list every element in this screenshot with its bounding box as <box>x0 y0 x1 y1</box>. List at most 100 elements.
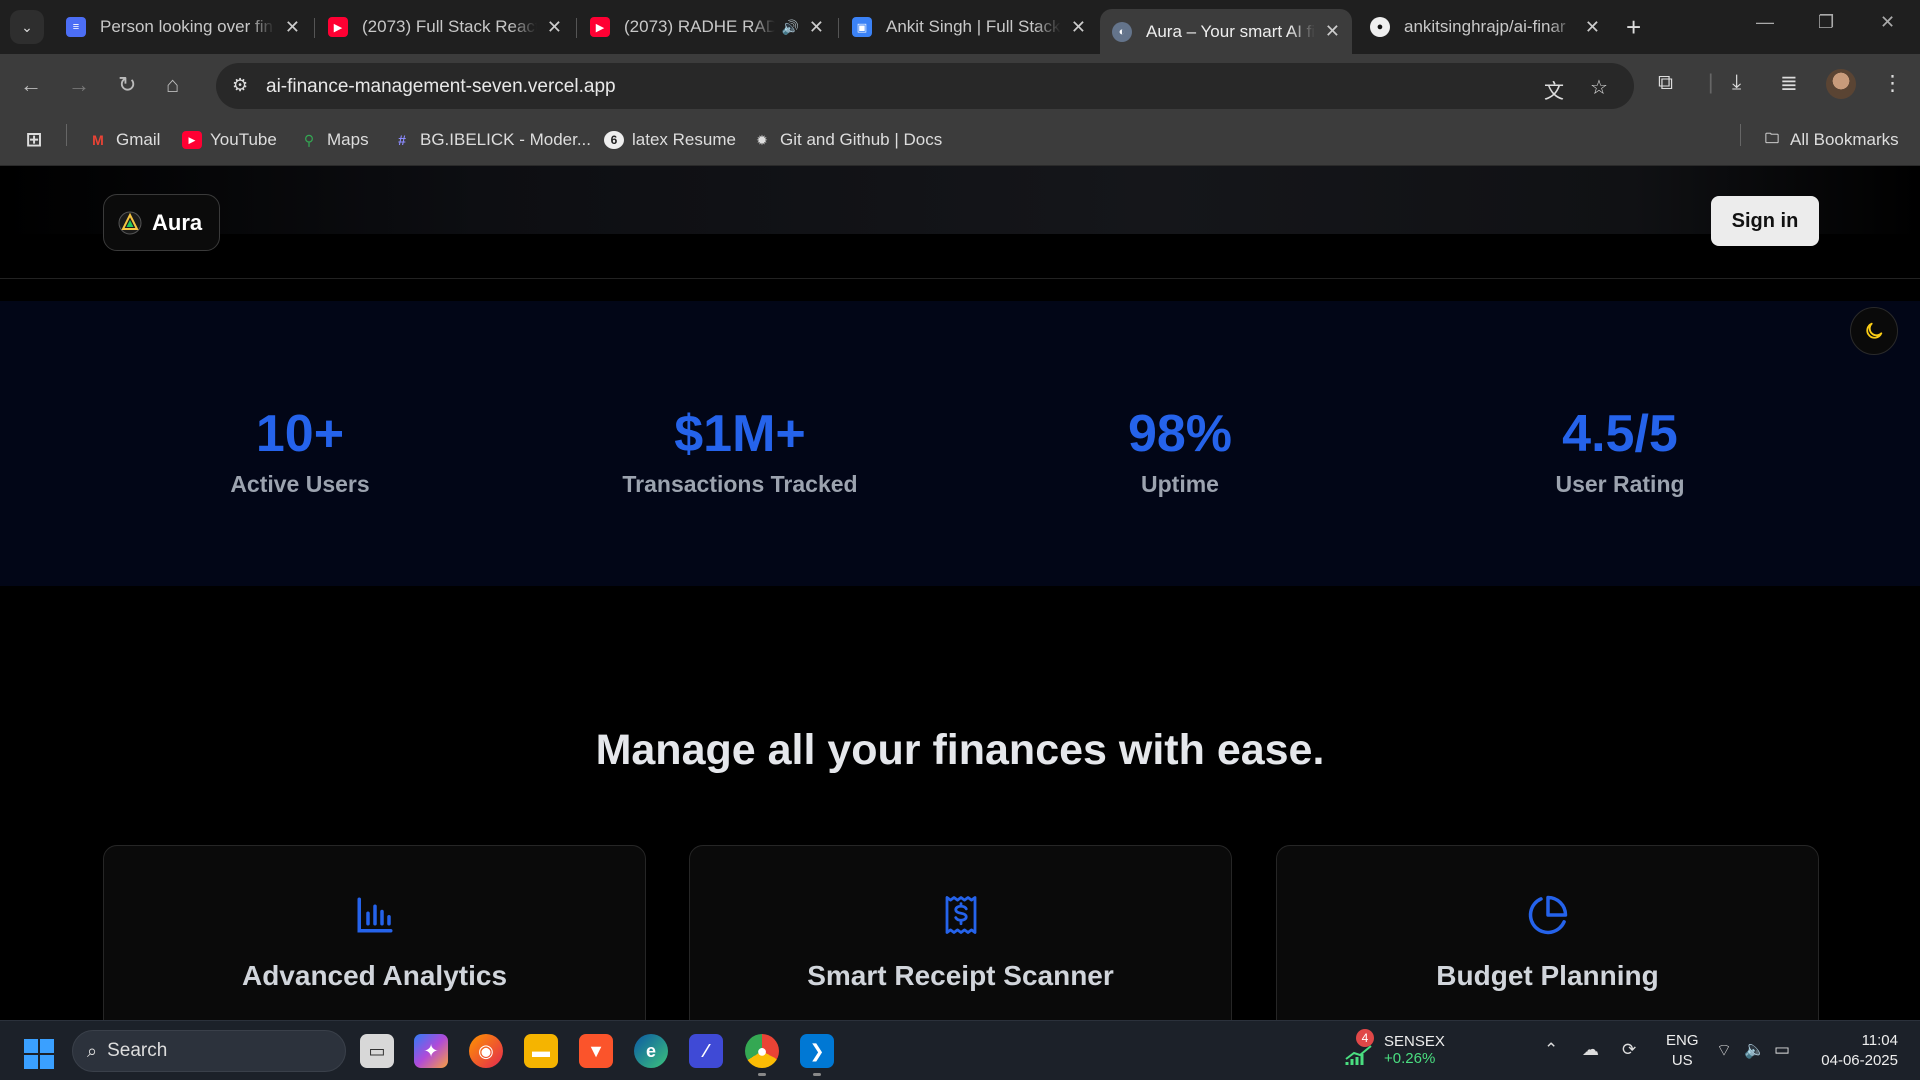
tab-full-stack-react[interactable]: ▶ (2073) Full Stack React ✕ <box>316 9 574 45</box>
brave-icon[interactable]: ▼ <box>579 1034 613 1068</box>
sync-icon[interactable]: ⟳ <box>1622 1040 1636 1060</box>
tab-search-button[interactable]: ⌄ <box>10 10 44 44</box>
sensex-widget[interactable]: 4 SENSEX +0.26% <box>1344 1029 1445 1069</box>
hero-image-strip <box>0 166 1920 234</box>
profile-avatar[interactable] <box>1826 69 1856 99</box>
home-icon[interactable]: ⌂ <box>166 72 179 98</box>
task-view-icon[interactable]: ▭ <box>360 1034 394 1068</box>
chevron-down-icon: ⌄ <box>21 18 33 35</box>
feature-card-analytics[interactable]: Advanced Analytics <box>103 845 646 1020</box>
forward-icon[interactable]: → <box>68 72 90 98</box>
running-indicator <box>758 1073 766 1076</box>
address-bar[interactable]: ⚙ ai-finance-management-seven.vercel.app… <box>216 63 1634 109</box>
bookmark-latex-resume[interactable]: 6 latex Resume <box>604 130 736 150</box>
stat-label: Transactions Tracked <box>622 471 858 498</box>
aura-icon: ◐ <box>1112 21 1132 42</box>
youtube-icon: ▶ <box>182 131 202 149</box>
minimize-icon[interactable]: — <box>1756 12 1774 33</box>
apps-icon[interactable]: ⊞ <box>24 129 52 151</box>
browser-toolbar: ← → ↻ ⌂ ⚙ ai-finance-management-seven.ve… <box>0 54 1920 118</box>
close-icon[interactable]: ✕ <box>1585 17 1600 38</box>
bookmark-youtube[interactable]: ▶ YouTube <box>182 130 277 150</box>
gmail-icon: M <box>92 132 104 148</box>
tab-github[interactable]: ● ankitsinghrajp/ai-finar ✕ <box>1358 9 1612 45</box>
tab-aura[interactable]: ◐ Aura – Your smart AI fi ✕ <box>1100 9 1352 54</box>
feature-card-budget[interactable]: Budget Planning <box>1276 845 1819 1020</box>
taskbar-search[interactable]: ⌕ Search <box>72 1030 346 1072</box>
site-info-icon[interactable]: ⚙ <box>232 75 248 96</box>
feature-card-receipt[interactable]: Smart Receipt Scanner <box>689 845 1232 1020</box>
language-indicator[interactable]: ENG US <box>1666 1031 1699 1071</box>
wifi-icon[interactable]: ⌔ <box>1716 1040 1732 1061</box>
file-explorer-icon[interactable]: ▬ <box>524 1034 558 1068</box>
close-icon[interactable]: ✕ <box>285 17 300 38</box>
bookmark-maps[interactable]: ⚲ Maps <box>299 130 369 150</box>
menu-icon[interactable]: ⋮ <box>1882 71 1903 96</box>
theme-toggle-button[interactable] <box>1850 307 1898 355</box>
download-icon[interactable]: ⤓ <box>1732 71 1741 95</box>
maps-icon: ⚲ <box>303 131 315 148</box>
ticker-name: SENSEX <box>1384 1033 1445 1050</box>
restore-icon[interactable]: ❐ <box>1818 12 1834 33</box>
volume-icon[interactable]: 🔈 <box>1744 1040 1765 1060</box>
edge-icon[interactable]: e <box>634 1034 668 1068</box>
bookmark-bg-ibelick[interactable]: # BG.IBELICK - Moder... <box>392 130 591 150</box>
stat-user-rating: 4.5/5 User Rating <box>1400 405 1840 498</box>
tab-radhe[interactable]: ▶ (2073) RADHE RAD 🔊 ✕ <box>578 9 836 45</box>
url-text[interactable]: ai-finance-management-seven.vercel.app <box>266 76 616 98</box>
app-icon[interactable]: ⁄ <box>689 1034 723 1068</box>
folder-icon: 🗀 <box>1765 130 1779 146</box>
close-icon[interactable]: ✕ <box>1325 21 1340 42</box>
back-icon[interactable]: ← <box>20 72 42 98</box>
copilot-icon[interactable]: ✦ <box>414 1034 448 1068</box>
bar-chart-icon <box>357 897 392 933</box>
receipt-icon <box>945 896 976 934</box>
close-icon[interactable]: ✕ <box>547 17 562 38</box>
translate-icon[interactable]: 文 <box>1544 75 1564 104</box>
sign-in-button[interactable]: Sign in <box>1711 196 1819 246</box>
chrome-icon[interactable]: ● <box>745 1034 779 1068</box>
media-control-icon[interactable]: ≣ <box>1780 71 1798 96</box>
brand-name: Aura <box>152 209 203 235</box>
new-tab-button[interactable]: + <box>1626 12 1641 43</box>
vscode-icon[interactable]: ❯ <box>800 1034 834 1068</box>
brand-logo-button[interactable]: Aura <box>103 194 220 251</box>
stat-uptime: 98% Uptime <box>960 405 1400 498</box>
moon-icon <box>1866 322 1883 339</box>
reload-icon[interactable]: ↻ <box>118 72 136 98</box>
stat-active-users: 10+ Active Users <box>80 405 520 498</box>
tab-ankit-singh[interactable]: ▣ Ankit Singh | Full Stack ✕ <box>840 9 1098 45</box>
bookmark-gmail[interactable]: M Gmail <box>88 130 160 150</box>
github-icon: ● <box>1370 17 1390 37</box>
briefcase-icon: ▣ <box>852 17 872 37</box>
close-window-icon[interactable]: ✕ <box>1880 12 1895 33</box>
all-bookmarks[interactable]: 🗀 All Bookmarks <box>1762 130 1899 150</box>
firefox-icon[interactable]: ◉ <box>469 1034 503 1068</box>
hash-icon: # <box>398 132 406 148</box>
battery-icon[interactable]: ▭ <box>1774 1040 1790 1060</box>
bookmark-star-icon[interactable]: ☆ <box>1590 75 1608 100</box>
windows-start-icon[interactable] <box>24 1039 54 1069</box>
stat-transactions: $1M+ Transactions Tracked <box>520 405 960 498</box>
close-icon[interactable]: ✕ <box>1071 17 1086 38</box>
stat-value: 4.5/5 <box>1562 405 1678 463</box>
stat-value: 98% <box>1127 405 1233 463</box>
onedrive-icon[interactable]: ☁ <box>1582 1040 1599 1060</box>
windows-taskbar: ⌕ Search ▭ ✦ ◉ ▬ ▼ e ⁄ ● ❯ 4 SENSEX +0.2… <box>0 1020 1920 1080</box>
page-content: Aura Sign in 10+ Active Users $1M+ Trans… <box>0 166 1920 1020</box>
youtube-icon: ▶ <box>328 17 348 37</box>
features-headline: Manage all your finances with ease. <box>595 726 1325 774</box>
tab-strip: ⌄ ≡ Person looking over fin ✕ ▶ (2073) F… <box>0 0 1920 54</box>
bookmark-git-github[interactable]: ✹ Git and Github | Docs <box>752 130 942 150</box>
pie-chart-icon <box>1528 895 1567 935</box>
stat-label: Uptime <box>1141 471 1219 498</box>
close-icon[interactable]: ✕ <box>809 17 824 38</box>
extensions-icon[interactable]: ⧉ <box>1658 71 1673 95</box>
stat-value: $1M+ <box>674 405 806 463</box>
system-clock[interactable]: 11:04 04-06-2025 <box>1818 1031 1898 1071</box>
stat-value: 10+ <box>255 405 345 463</box>
speaker-icon[interactable]: 🔊 <box>781 19 798 36</box>
chevron-up-icon[interactable]: ⌃ <box>1544 1040 1558 1060</box>
ticker-change: +0.26% <box>1384 1050 1436 1067</box>
tab-person-looking[interactable]: ≡ Person looking over fin ✕ <box>54 9 312 45</box>
